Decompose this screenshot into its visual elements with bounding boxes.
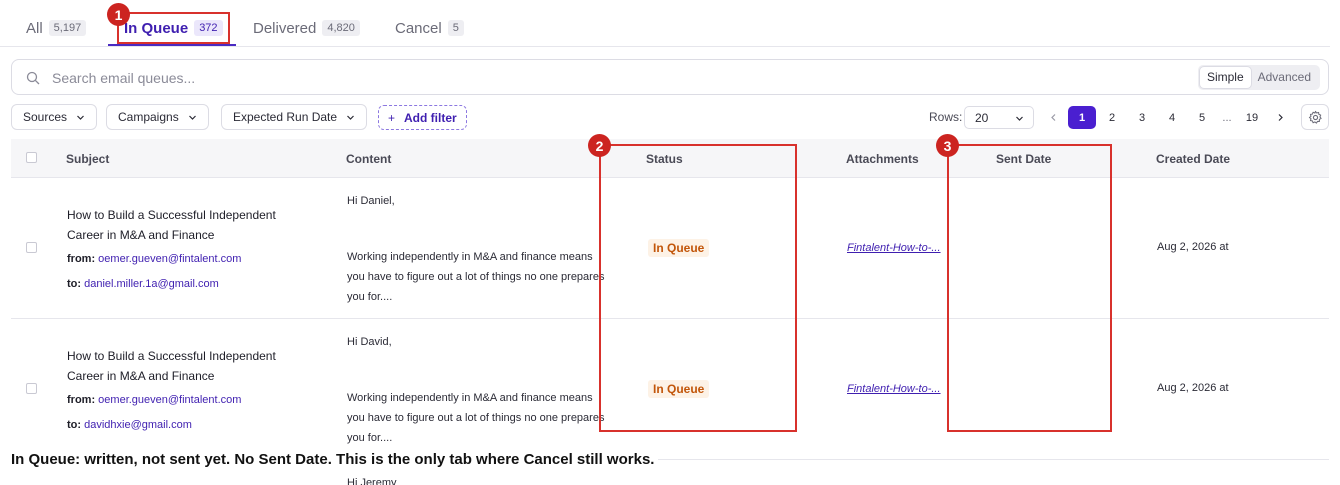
from-label: from: bbox=[67, 253, 96, 265]
from-address: oemer.gueven@fintalent.com bbox=[98, 253, 242, 265]
filter-label: Sources bbox=[23, 110, 68, 124]
filter-label: Expected Run Date bbox=[233, 110, 338, 124]
annotation-caption: In Queue: written, not sent yet. No Sent… bbox=[11, 451, 659, 468]
to-label: to: bbox=[67, 278, 82, 290]
content-greeting: Hi David, bbox=[347, 336, 392, 348]
annotation-marker-3: 3 bbox=[936, 134, 959, 157]
row-content: Hi David, Working independently in M&A a… bbox=[347, 332, 615, 448]
tab-label: All bbox=[26, 19, 43, 37]
mode-simple-button[interactable]: Simple bbox=[1199, 67, 1251, 88]
rows-value: 20 bbox=[975, 110, 989, 125]
row-to: to: davidhxie@gmail.com bbox=[67, 419, 192, 431]
tab-cancel[interactable]: Cancel 5 bbox=[395, 16, 464, 40]
content-line: Working independently in M&A and finance… bbox=[347, 251, 593, 263]
row-subject: How to Build a Successful Independent Ca… bbox=[67, 346, 297, 386]
chevron-down-icon bbox=[347, 115, 354, 120]
content-line: Working independently in M&A and finance… bbox=[347, 392, 593, 404]
row-to: to: daniel.miller.1a@gmail.com bbox=[67, 278, 219, 290]
rows-per-page-select[interactable]: 20 bbox=[964, 106, 1034, 129]
tab-count: 5,197 bbox=[48, 20, 87, 36]
highlight-box-in-queue-tab bbox=[117, 12, 230, 44]
row-from: from: oemer.gueven@fintalent.com bbox=[67, 253, 241, 265]
tab-delivered[interactable]: Delivered 4,820 bbox=[253, 16, 360, 40]
page-button-2[interactable]: 2 bbox=[1101, 106, 1123, 129]
page-button-4[interactable]: 4 bbox=[1161, 106, 1183, 129]
subject-line: How to Build a Successful Independent bbox=[67, 349, 276, 363]
column-header-content[interactable]: Content bbox=[346, 152, 391, 166]
to-address: daniel.miller.1a@gmail.com bbox=[84, 278, 219, 290]
chevron-left-icon bbox=[1050, 114, 1055, 121]
attachment-link[interactable]: Fintalent-How-to-... bbox=[847, 383, 947, 395]
row-checkbox[interactable] bbox=[26, 383, 37, 394]
row-from: from: oemer.gueven@fintalent.com bbox=[67, 394, 241, 406]
created-date: Aug 2, 2026 at bbox=[1157, 241, 1229, 253]
column-header-subject[interactable]: Subject bbox=[66, 152, 109, 166]
content-line: you for.... bbox=[347, 432, 393, 444]
select-all-checkbox[interactable] bbox=[26, 152, 37, 163]
row-content: Hi Daniel, Working independently in M&A … bbox=[347, 191, 615, 307]
content-greeting: Hi Daniel, bbox=[347, 195, 395, 207]
page-button-1[interactable]: 1 bbox=[1068, 106, 1096, 129]
search-bar: Simple Advanced bbox=[11, 59, 1329, 95]
column-header-created-date[interactable]: Created Date bbox=[1156, 152, 1230, 166]
content-line: you have to figure out a lot of things n… bbox=[347, 271, 605, 283]
filter-label: Campaigns bbox=[118, 110, 179, 124]
plus-icon: + bbox=[388, 110, 396, 125]
tab-label: Cancel bbox=[395, 19, 442, 37]
add-filter-button[interactable]: + Add filter bbox=[378, 105, 467, 130]
row-checkbox[interactable] bbox=[26, 242, 37, 253]
attachment-link[interactable]: Fintalent-How-to-... bbox=[847, 242, 947, 254]
subject-line: Career in M&A and Finance bbox=[67, 369, 215, 383]
from-label: from: bbox=[67, 394, 96, 406]
subject-line: How to Build a Successful Independent bbox=[67, 208, 276, 222]
chevron-down-icon bbox=[188, 115, 196, 120]
to-label: to: bbox=[67, 419, 82, 431]
search-input[interactable] bbox=[52, 68, 752, 88]
chevron-down-icon bbox=[77, 115, 84, 120]
to-address: davidhxie@gmail.com bbox=[84, 419, 192, 431]
expected-run-date-filter[interactable]: Expected Run Date bbox=[221, 104, 368, 130]
column-header-attachments[interactable]: Attachments bbox=[846, 152, 919, 166]
search-mode-toggle: Simple Advanced bbox=[1197, 65, 1320, 90]
tab-all[interactable]: All 5,197 bbox=[26, 16, 87, 40]
highlight-box-sent-date-column bbox=[947, 144, 1112, 432]
page-button-19[interactable]: 19 bbox=[1241, 106, 1263, 129]
annotation-marker-1: 1 bbox=[107, 3, 130, 26]
sources-filter[interactable]: Sources bbox=[11, 104, 98, 130]
prev-page-button[interactable] bbox=[1043, 106, 1063, 129]
mode-advanced-button[interactable]: Advanced bbox=[1251, 67, 1318, 88]
campaigns-filter[interactable]: Campaigns bbox=[106, 104, 209, 130]
rows-label: Rows: bbox=[929, 110, 963, 124]
add-filter-label: Add filter bbox=[404, 110, 457, 125]
from-address: oemer.gueven@fintalent.com bbox=[98, 394, 242, 406]
highlight-box-status-column bbox=[599, 144, 797, 432]
tab-count: 4,820 bbox=[322, 20, 360, 36]
chevron-down-icon bbox=[1016, 116, 1023, 121]
table-settings-button[interactable] bbox=[1301, 104, 1329, 130]
annotation-marker-2: 2 bbox=[588, 134, 611, 157]
active-tab-underline bbox=[108, 44, 236, 46]
tab-count: 5 bbox=[447, 20, 464, 36]
gear-icon bbox=[1308, 110, 1322, 124]
page-button-5[interactable]: 5 bbox=[1191, 106, 1213, 129]
page-button-3[interactable]: 3 bbox=[1131, 106, 1153, 129]
search-icon bbox=[26, 71, 40, 85]
tab-label: Delivered bbox=[253, 19, 317, 37]
chevron-right-icon bbox=[1278, 114, 1283, 121]
content-line: you have to figure out a lot of things n… bbox=[347, 412, 605, 424]
subject-line: Career in M&A and Finance bbox=[67, 228, 215, 242]
partial-row-greeting: Hi Jeremy bbox=[347, 477, 397, 485]
page-ellipsis: ... bbox=[1222, 111, 1232, 124]
next-page-button[interactable] bbox=[1270, 106, 1290, 129]
row-subject: How to Build a Successful Independent Ca… bbox=[67, 205, 297, 245]
content-line: you for.... bbox=[347, 291, 393, 303]
created-date: Aug 2, 2026 at bbox=[1157, 382, 1229, 394]
